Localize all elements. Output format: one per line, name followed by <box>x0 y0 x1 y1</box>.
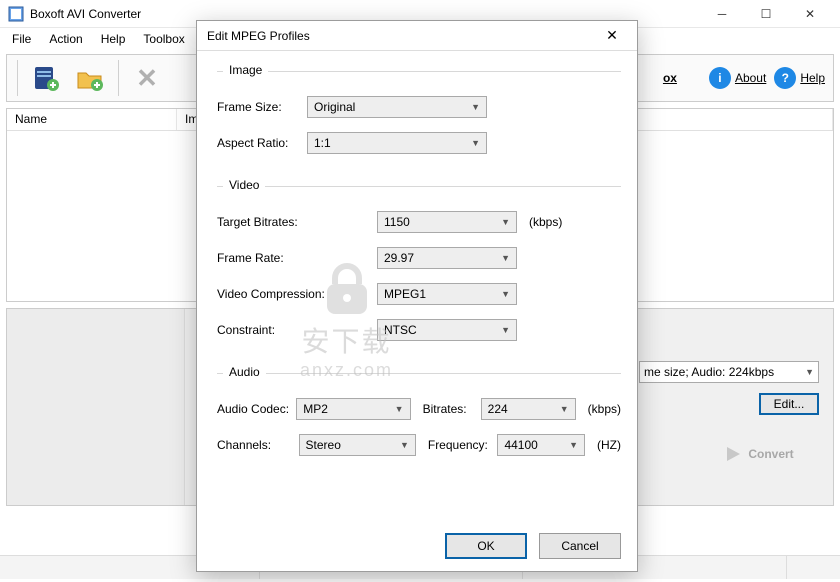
video-compression-label: Video Compression: <box>217 287 327 301</box>
bitrates-value: 224 <box>488 402 508 416</box>
add-file-icon[interactable] <box>28 60 64 96</box>
channels-label: Channels: <box>217 438 293 452</box>
dialog-actions: OK Cancel <box>197 521 637 571</box>
chevron-down-icon: ▼ <box>501 217 510 227</box>
chevron-down-icon: ▼ <box>395 404 404 414</box>
chevron-down-icon: ▼ <box>471 138 480 148</box>
app-icon <box>8 6 24 22</box>
group-image-label: Image <box>223 63 268 77</box>
target-bitrates-value: 1150 <box>384 215 410 229</box>
frequency-value: 44100 <box>504 438 537 452</box>
bitrates-label: Bitrates: <box>423 402 475 416</box>
chevron-down-icon: ▼ <box>501 253 510 263</box>
ok-button[interactable]: OK <box>445 533 527 559</box>
help-icon: ? <box>774 67 796 89</box>
group-audio: Audio Audio Codec: MP2▼ Bitrates: 224▼ (… <box>217 373 621 476</box>
frame-rate-combo[interactable]: 29.97 ▼ <box>377 247 517 269</box>
convert-button[interactable]: Convert <box>699 439 819 469</box>
frame-rate-value: 29.97 <box>384 251 414 265</box>
frame-rate-label: Frame Rate: <box>217 251 327 265</box>
close-button[interactable]: ✕ <box>788 0 832 28</box>
separator <box>118 60 119 96</box>
bitrates-combo[interactable]: 224 ▼ <box>481 398 576 420</box>
chevron-down-icon: ▼ <box>501 325 510 335</box>
dialog-close-button[interactable]: ✕ <box>597 22 627 50</box>
constraint-value: NTSC <box>384 323 417 337</box>
chevron-down-icon: ▼ <box>569 440 578 450</box>
info-icon: i <box>709 67 731 89</box>
edit-label: Edit... <box>774 397 805 411</box>
menu-action[interactable]: Action <box>41 30 90 48</box>
group-image: Image Frame Size: Original▼ Aspect Ratio… <box>217 71 621 174</box>
hz-unit: (HZ) <box>597 438 621 452</box>
toolbox-label-partial: ox <box>663 71 677 85</box>
channels-combo[interactable]: Stereo ▼ <box>299 434 416 456</box>
menu-file[interactable]: File <box>4 30 39 48</box>
video-compression-combo[interactable]: MPEG1 ▼ <box>377 283 517 305</box>
audio-codec-value: MP2 <box>303 402 328 416</box>
toolbar-right: ox i About ? Help <box>663 67 829 89</box>
frequency-combo[interactable]: 44100 ▼ <box>497 434 585 456</box>
channels-value: Stereo <box>306 438 341 452</box>
frequency-label: Frequency: <box>428 438 492 452</box>
constraint-label: Constraint: <box>217 323 327 337</box>
target-bitrates-label: Target Bitrates: <box>217 215 327 229</box>
group-video-label: Video <box>223 178 265 192</box>
about-label: About <box>735 71 766 85</box>
output-profile-combo[interactable]: me size; Audio: 224kbps ▼ <box>639 361 819 383</box>
video-compression-value: MPEG1 <box>384 287 426 301</box>
cancel-button[interactable]: Cancel <box>539 533 621 559</box>
audio-codec-label: Audio Codec: <box>217 402 290 416</box>
separator <box>17 60 18 96</box>
group-audio-label: Audio <box>223 365 266 379</box>
edit-button[interactable]: Edit... <box>759 393 819 415</box>
kbps-unit: (kbps) <box>529 215 562 229</box>
add-folder-icon[interactable] <box>72 60 108 96</box>
group-video: Video Target Bitrates: 1150▼ (kbps) Fram… <box>217 186 621 361</box>
chevron-down-icon: ▼ <box>471 102 480 112</box>
chevron-down-icon: ▼ <box>400 440 409 450</box>
chevron-down-icon: ▼ <box>805 367 814 377</box>
about-button[interactable]: i About <box>709 67 766 89</box>
minimize-button[interactable]: ─ <box>700 0 744 28</box>
aspect-ratio-combo[interactable]: 1:1 ▼ <box>307 132 487 154</box>
column-name[interactable]: Name <box>7 109 177 130</box>
target-bitrates-combo[interactable]: 1150 ▼ <box>377 211 517 233</box>
chevron-down-icon: ▼ <box>560 404 569 414</box>
frame-size-label: Frame Size: <box>217 100 301 114</box>
dialog-body: Image Frame Size: Original ▼ Aspect Ratio… <box>197 51 637 521</box>
frame-size-value: Original <box>314 100 355 114</box>
frame-size-combo[interactable]: Original ▼ <box>307 96 487 118</box>
output-profile-value: me size; Audio: 224kbps <box>644 365 774 379</box>
maximize-button[interactable]: ☐ <box>744 0 788 28</box>
help-button[interactable]: ? Help <box>774 67 825 89</box>
window-title: Boxoft AVI Converter <box>30 7 141 21</box>
dialog-title: Edit MPEG Profiles <box>207 29 310 43</box>
constraint-combo[interactable]: NTSC ▼ <box>377 319 517 341</box>
audio-codec-combo[interactable]: MP2 ▼ <box>296 398 410 420</box>
help-label: Help <box>800 71 825 85</box>
delete-icon[interactable]: ✕ <box>129 60 165 96</box>
preview-area <box>7 309 185 505</box>
cancel-label: Cancel <box>561 539 598 553</box>
ok-label: OK <box>477 539 494 553</box>
aspect-ratio-value: 1:1 <box>314 136 331 150</box>
play-icon <box>724 445 742 463</box>
edit-profiles-dialog: Edit MPEG Profiles ✕ Image Frame Size: O… <box>196 20 638 572</box>
convert-label: Convert <box>748 447 793 461</box>
menu-help[interactable]: Help <box>93 30 134 48</box>
menu-toolbox[interactable]: Toolbox <box>135 30 192 48</box>
chevron-down-icon: ▼ <box>501 289 510 299</box>
window-controls: ─ ☐ ✕ <box>700 0 832 28</box>
dialog-titlebar: Edit MPEG Profiles ✕ <box>197 21 637 51</box>
aspect-ratio-label: Aspect Ratio: <box>217 136 301 150</box>
kbps-unit: (kbps) <box>588 402 621 416</box>
